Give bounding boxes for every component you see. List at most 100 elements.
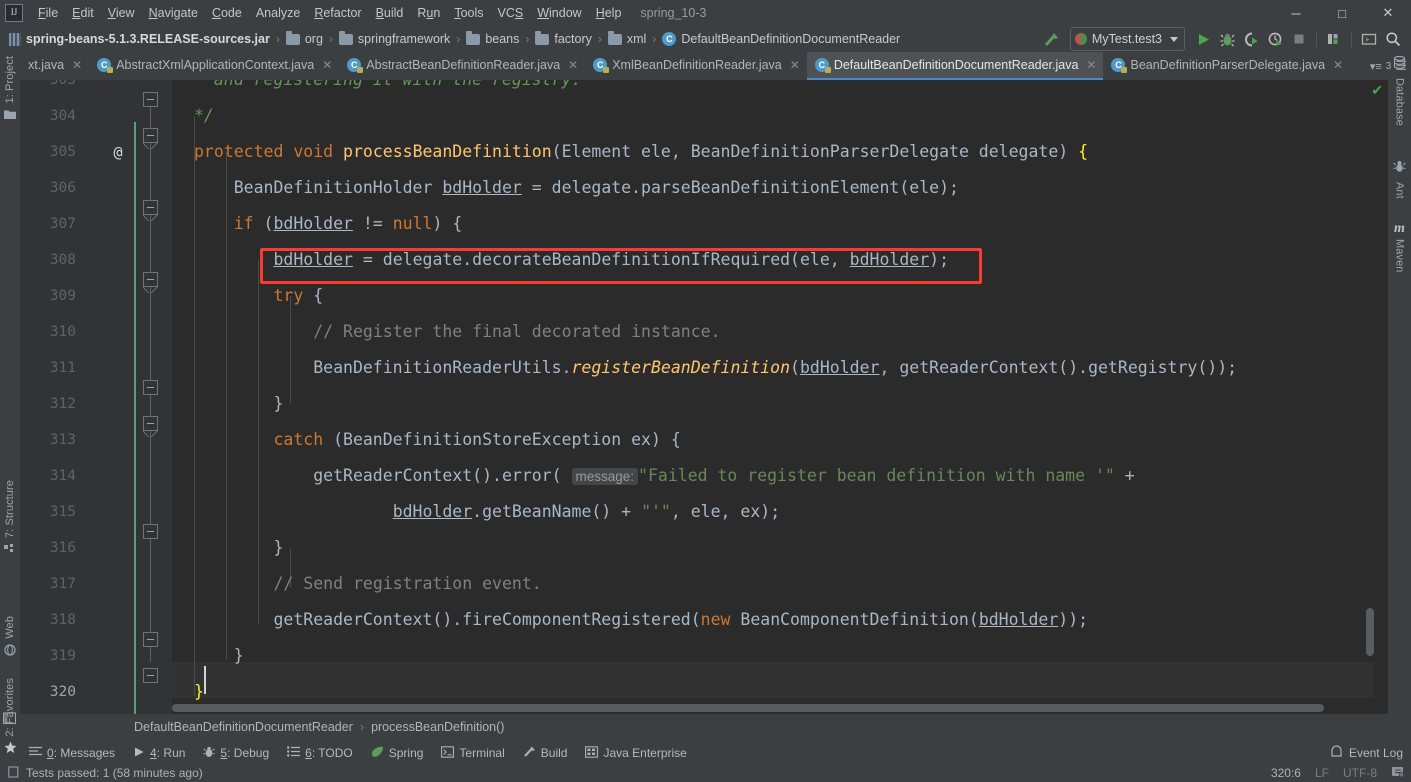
editor-tabs-overflow[interactable]: ▾≡ 3 ☰ xyxy=(1370,52,1411,80)
sidebar-item-ant[interactable]: Ant xyxy=(1388,160,1411,199)
menu-item-view[interactable]: View xyxy=(101,3,142,23)
caret-position[interactable]: 320:6 xyxy=(1271,766,1301,780)
sidebar-item-web[interactable]: Web xyxy=(0,616,20,661)
vcs-change-marker[interactable] xyxy=(134,122,136,714)
debug-icon[interactable] xyxy=(1215,28,1239,50)
maximize-button[interactable]: □ xyxy=(1319,0,1365,26)
run-with-coverage-icon[interactable] xyxy=(1239,28,1263,50)
line-number-312[interactable]: 312 xyxy=(20,386,76,422)
line-number-317[interactable]: 317 xyxy=(20,566,76,602)
line-number-311[interactable]: 311 xyxy=(20,350,76,386)
line-number-314[interactable]: 314 xyxy=(20,458,76,494)
minimize-button[interactable]: ─ xyxy=(1273,0,1319,26)
close-icon[interactable]: ✕ xyxy=(1333,58,1343,72)
breadcrumb-item-1[interactable]: org xyxy=(283,30,326,48)
editor-tab-0[interactable]: xt.java ✕ xyxy=(20,52,89,80)
line-number-313[interactable]: 313 xyxy=(20,422,76,458)
fold-marker-312[interactable] xyxy=(143,380,158,395)
close-button[interactable]: ✕ xyxy=(1365,0,1411,26)
toggle-panel-icon[interactable] xyxy=(1357,28,1381,50)
editor-marker-track[interactable] xyxy=(1374,80,1388,714)
breadcrumb-class[interactable]: DefaultBeanDefinitionDocumentReader xyxy=(134,720,353,734)
breadcrumb-item-5[interactable]: xml xyxy=(605,30,649,48)
status-message[interactable]: Tests passed: 1 (58 minutes ago) xyxy=(26,766,203,780)
breadcrumb-item-4[interactable]: factory xyxy=(532,30,595,48)
menu-item-run[interactable]: Run xyxy=(410,3,447,23)
menu-item-analyze[interactable]: Analyze xyxy=(249,3,307,23)
bottom-tool-spring[interactable]: Spring xyxy=(362,744,433,763)
line-number-306[interactable]: 306 xyxy=(20,170,76,206)
menu-item-tools[interactable]: Tools xyxy=(447,3,490,23)
line-number-309[interactable]: 309 xyxy=(20,278,76,314)
line-number-305[interactable]: 305 xyxy=(20,134,76,170)
run-configuration-selector[interactable]: MyTest.test3 xyxy=(1069,27,1185,51)
editor-vertical-scrollbar[interactable] xyxy=(1366,608,1374,656)
menu-item-code[interactable]: Code xyxy=(205,3,249,23)
close-icon[interactable]: ✕ xyxy=(790,58,800,72)
bottom-tool-terminal[interactable]: Terminal xyxy=(432,744,513,763)
green-check-icon[interactable]: ✔ xyxy=(1371,83,1383,97)
line-number-307[interactable]: 307 xyxy=(20,206,76,242)
build-hammer-icon[interactable] xyxy=(1040,28,1064,50)
fold-marker-313[interactable] xyxy=(143,416,158,431)
breadcrumb-item-6[interactable]: C DefaultBeanDefinitionDocumentReader xyxy=(659,30,903,48)
close-icon[interactable]: ✕ xyxy=(72,58,82,72)
breadcrumb-item-3[interactable]: beans xyxy=(463,30,522,48)
bottom-tool-messages[interactable]: 0: Messages xyxy=(20,744,124,762)
profile-icon[interactable] xyxy=(1263,28,1287,50)
menu-item-navigate[interactable]: Navigate xyxy=(142,3,205,23)
read-only-icon[interactable] xyxy=(1391,765,1405,781)
fold-marker-309[interactable] xyxy=(143,272,158,287)
stop-icon[interactable] xyxy=(1287,28,1311,50)
menu-item-edit[interactable]: Edit xyxy=(65,3,101,23)
menu-item-window[interactable]: Window xyxy=(530,3,588,23)
bottom-tool-javaenterprise[interactable]: Java Enterprise xyxy=(576,744,695,763)
fold-marker-320[interactable] xyxy=(143,668,158,683)
line-number-308[interactable]: 308 xyxy=(20,242,76,278)
event-log-button[interactable]: Event Log xyxy=(1330,742,1403,764)
editor-tab-3[interactable]: C XmlBeanDefinitionReader.java ✕ xyxy=(585,52,807,80)
line-number-318[interactable]: 318 xyxy=(20,602,76,638)
fold-marker-316[interactable] xyxy=(143,524,158,539)
line-number-319[interactable]: 319 xyxy=(20,638,76,674)
terminal-window-icon[interactable] xyxy=(3,712,16,725)
editor-horizontal-scrollbar-track[interactable] xyxy=(172,702,1374,714)
fold-marker-307[interactable] xyxy=(143,200,158,215)
breadcrumb-item-2[interactable]: springframework xyxy=(336,30,453,48)
bottom-tool-todo[interactable]: 6: TODO xyxy=(278,744,362,762)
editor-tab-4[interactable]: C DefaultBeanDefinitionDocumentReader.jav… xyxy=(806,52,1104,80)
sidebar-item-maven[interactable]: m Maven xyxy=(1388,222,1411,273)
encoding-label[interactable]: UTF-8 xyxy=(1343,766,1377,780)
tab-panel-icon[interactable]: ☰ xyxy=(1395,58,1407,74)
line-number-320[interactable]: 320 xyxy=(20,674,76,710)
editor-gutter[interactable]: 303 304 305 306 307 308 309 310 311 312 313 314 315 3… xyxy=(20,80,172,714)
editor-horizontal-scrollbar-thumb[interactable] xyxy=(172,704,1324,712)
code-text-area[interactable]: * and registering it with the registry. … xyxy=(172,80,1388,714)
bottom-tool-build[interactable]: Build xyxy=(514,743,577,763)
run-icon[interactable] xyxy=(1191,28,1215,50)
bottom-tool-run[interactable]: 4: Run xyxy=(124,744,194,763)
update-app-icon[interactable] xyxy=(1322,28,1346,50)
menu-item-file[interactable]: File xyxy=(31,3,65,23)
breadcrumb-item-0[interactable]: spring-beans-5.1.3.RELEASE-sources.jar xyxy=(6,30,273,48)
fold-marker-305[interactable] xyxy=(143,128,158,143)
sidebar-item-project[interactable]: 1: Project xyxy=(0,56,20,125)
menu-item-refactor[interactable]: Refactor xyxy=(307,3,368,23)
menu-item-vcs[interactable]: VCS xyxy=(491,3,531,23)
editor-tab-2[interactable]: C AbstractBeanDefinitionReader.java ✕ xyxy=(339,52,585,80)
bottom-tool-debug[interactable]: 5: Debug xyxy=(194,744,278,763)
tab-list-icon[interactable]: ▾≡ xyxy=(1370,60,1382,73)
close-icon[interactable]: ✕ xyxy=(322,58,332,72)
menu-item-help[interactable]: Help xyxy=(589,3,629,23)
line-number-304[interactable]: 304 xyxy=(20,98,76,134)
menu-item-build[interactable]: Build xyxy=(369,3,411,23)
annotation-gutter-marker[interactable]: @ xyxy=(108,134,128,170)
editor-tab-1[interactable]: C AbstractXmlApplicationContext.java ✕ xyxy=(89,52,339,80)
sidebar-item-structure[interactable]: 7: Structure xyxy=(0,480,20,560)
fold-marker-304[interactable] xyxy=(143,92,158,107)
breadcrumb-method[interactable]: processBeanDefinition() xyxy=(371,720,504,734)
line-number-316[interactable]: 316 xyxy=(20,530,76,566)
line-number-310[interactable]: 310 xyxy=(20,314,76,350)
line-separator-label[interactable]: LF xyxy=(1315,766,1329,780)
editor-tab-5[interactable]: C BeanDefinitionParserDelegate.java ✕ xyxy=(1103,52,1350,80)
